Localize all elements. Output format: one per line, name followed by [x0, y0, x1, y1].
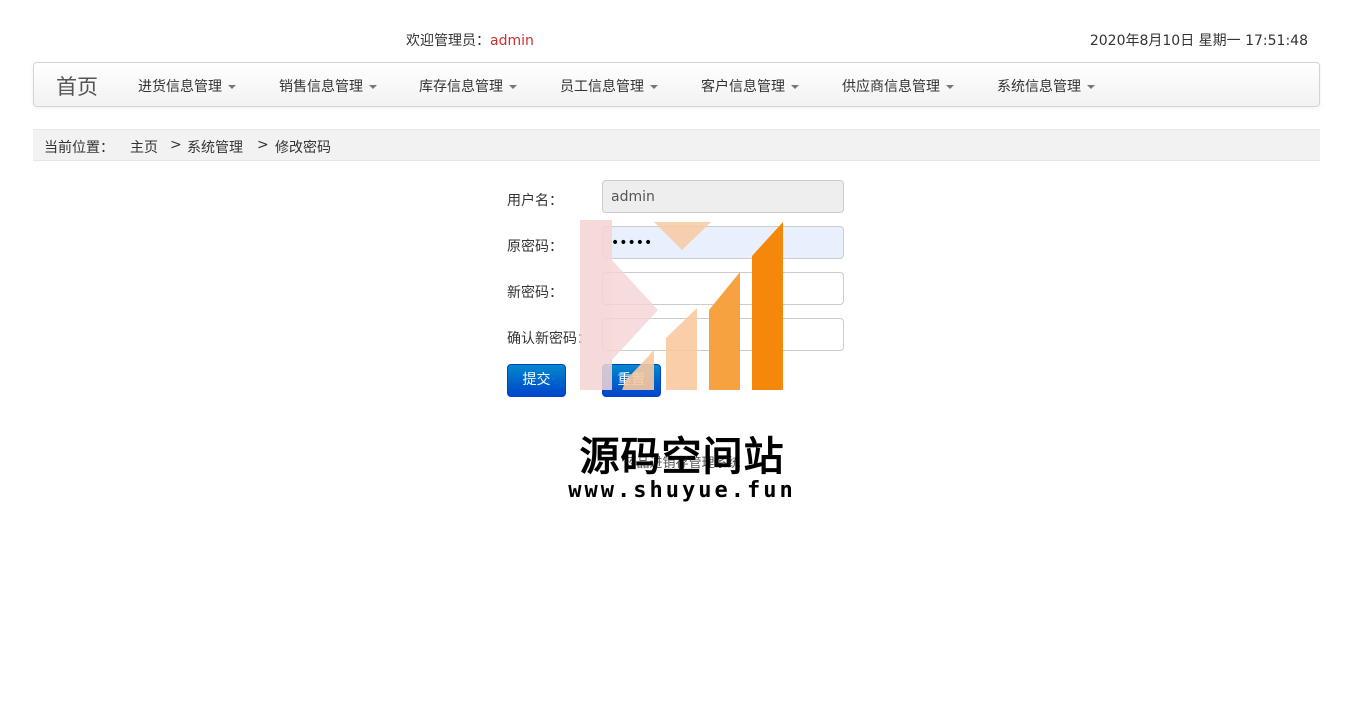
- username-label: 用户名：: [507, 193, 563, 209]
- confirm-password-label: 确认新密码：: [507, 331, 591, 347]
- nav-customer-label: 客户信息管理: [701, 79, 785, 95]
- confirm-password-field[interactable]: [602, 318, 844, 351]
- caret-down-icon: [1087, 85, 1095, 89]
- nav-sales-label: 销售信息管理: [279, 79, 363, 95]
- datetime-display: 2020年8月10日 星期一 17:51:48: [1089, 33, 1308, 49]
- home-link[interactable]: 首页: [56, 71, 98, 101]
- username-field[interactable]: [602, 180, 844, 213]
- caret-down-icon: [369, 85, 377, 89]
- nav-purchase-menu[interactable]: 进货信息管理: [138, 76, 236, 96]
- welcome-message: 欢迎管理员：admin: [406, 30, 534, 50]
- breadcrumb: 当前位置： 主页 > 系统管理 > 修改密码: [33, 129, 1320, 161]
- nav-purchase-label: 进货信息管理: [138, 79, 222, 95]
- caret-down-icon: [791, 85, 799, 89]
- nav-supplier-menu[interactable]: 供应商信息管理: [842, 76, 954, 96]
- caret-down-icon: [509, 85, 517, 89]
- nav-inventory-menu[interactable]: 库存信息管理: [419, 76, 517, 96]
- current-username: admin: [490, 33, 534, 49]
- old-password-label: 原密码：: [507, 239, 563, 255]
- caret-down-icon: [946, 85, 954, 89]
- nav-customer-menu[interactable]: 客户信息管理: [701, 76, 799, 96]
- nav-supplier-label: 供应商信息管理: [842, 79, 940, 95]
- nav-system-menu[interactable]: 系统信息管理: [997, 76, 1095, 96]
- nav-inventory-label: 库存信息管理: [419, 79, 503, 95]
- nav-system-label: 系统信息管理: [997, 79, 1081, 95]
- welcome-prefix: 欢迎管理员：: [406, 33, 490, 49]
- breadcrumb-current: 修改密码: [275, 140, 331, 156]
- top-header: 欢迎管理员：admin 2020年8月10日 星期一 17:51:48: [0, 0, 1364, 62]
- old-password-field[interactable]: [602, 226, 844, 259]
- breadcrumb-separator: >: [257, 137, 269, 153]
- breadcrumb-prefix: 当前位置：: [44, 140, 114, 156]
- main-navbar: 首页 进货信息管理 销售信息管理 库存信息管理 员工信息管理 客户信息管理 供应…: [33, 62, 1320, 107]
- watermark-title: 源码空间站: [579, 434, 785, 480]
- nav-employee-label: 员工信息管理: [560, 79, 644, 95]
- watermark-url: www.shuyue.fun: [568, 478, 796, 503]
- reset-button[interactable]: 重置: [602, 364, 661, 397]
- new-password-label: 新密码：: [507, 285, 563, 301]
- nav-employee-menu[interactable]: 员工信息管理: [560, 76, 658, 96]
- new-password-field[interactable]: [602, 272, 844, 305]
- breadcrumb-home[interactable]: 主页: [130, 137, 158, 157]
- submit-button[interactable]: 提交: [507, 364, 566, 397]
- nav-sales-menu[interactable]: 销售信息管理: [279, 76, 377, 96]
- caret-down-icon: [228, 85, 236, 89]
- caret-down-icon: [650, 85, 658, 89]
- breadcrumb-separator: >: [170, 137, 182, 153]
- breadcrumb-system[interactable]: 系统管理: [187, 137, 243, 157]
